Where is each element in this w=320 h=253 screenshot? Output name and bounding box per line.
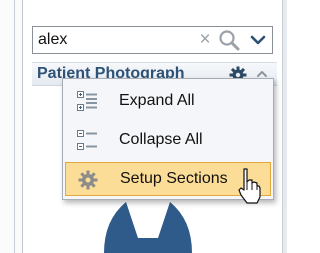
search-button[interactable] <box>217 29 241 51</box>
expand-all-icon <box>77 91 97 111</box>
scrollbar-track[interactable] <box>282 0 287 253</box>
mouse-cursor-icon <box>238 168 261 204</box>
menu-item-expand-all[interactable]: Expand All <box>65 84 271 118</box>
close-icon: × <box>199 29 211 50</box>
menu-item-collapse-all[interactable]: Collapse All <box>65 123 271 157</box>
rail-divider <box>14 0 15 253</box>
search-options-dropdown[interactable] <box>247 30 269 50</box>
chevron-down-icon <box>250 35 266 45</box>
menu-item-label: Setup Sections <box>120 170 228 187</box>
clear-search-button[interactable]: × <box>194 27 216 53</box>
search-icon <box>219 30 240 51</box>
menu-item-label: Expand All <box>119 92 195 109</box>
collapse-all-icon <box>77 130 97 150</box>
menu-item-label: Collapse All <box>119 131 203 148</box>
search-input[interactable] <box>34 28 193 52</box>
search-box: × <box>32 26 273 54</box>
left-rail <box>0 0 22 253</box>
gear-icon <box>78 170 98 190</box>
rail-divider <box>22 0 23 253</box>
